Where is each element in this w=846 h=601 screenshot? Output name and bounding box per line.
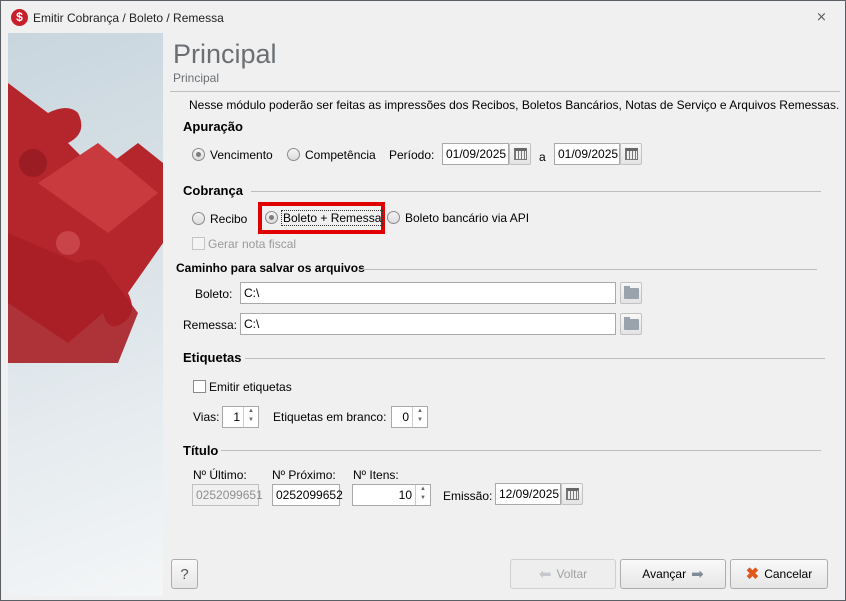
- gerar-nf-label[interactable]: Gerar nota fiscal: [208, 237, 296, 251]
- spin-arrows-icon[interactable]: ▲ ▼: [412, 407, 427, 427]
- periodo-label: Período:: [389, 148, 435, 162]
- recibo-label[interactable]: Recibo: [210, 212, 247, 226]
- calendar-icon: [565, 488, 579, 500]
- etiquetas-branco-label: Etiquetas em branco:: [273, 410, 387, 424]
- itens-stepper[interactable]: 10 ▲ ▼: [352, 484, 431, 506]
- boleto-path-label: Boleto:: [195, 287, 233, 301]
- periodo-end-calendar-button[interactable]: [620, 143, 642, 165]
- etiquetas-group-label: Etiquetas: [183, 350, 242, 365]
- folder-icon: [623, 285, 639, 299]
- vias-label: Vias:: [193, 410, 220, 424]
- titulo-group-label: Título: [183, 443, 219, 458]
- ultimo-label: Nº Último:: [193, 468, 247, 482]
- boleto-api-radio[interactable]: [387, 211, 400, 224]
- caminho-group-label: Caminho para salvar os arquivos: [176, 261, 365, 275]
- periodo-end-input[interactable]: 01/09/2025: [554, 143, 620, 165]
- boleto-api-label[interactable]: Boleto bancário via API: [405, 211, 529, 225]
- proximo-input[interactable]: 0252099652: [272, 484, 343, 506]
- header-divider: [170, 91, 840, 92]
- recibo-radio[interactable]: [192, 212, 205, 225]
- competencia-label[interactable]: Competência: [305, 148, 376, 162]
- vencimento-radio[interactable]: [192, 148, 205, 161]
- dollar-icon: $: [11, 9, 28, 26]
- remessa-browse-button[interactable]: [620, 313, 642, 335]
- avancar-button[interactable]: Avançar ➡: [620, 559, 726, 589]
- emitir-etiquetas-label[interactable]: Emitir etiquetas: [209, 380, 292, 394]
- boleto-remessa-radio[interactable]: [265, 211, 278, 224]
- remessa-path-label: Remessa:: [183, 318, 238, 332]
- vias-stepper[interactable]: 1 ▲ ▼: [222, 406, 259, 428]
- emissao-calendar-button[interactable]: [561, 483, 583, 505]
- window-title: Emitir Cobrança / Boleto / Remessa: [33, 11, 224, 25]
- vencimento-label[interactable]: Vencimento: [210, 148, 273, 162]
- spin-arrows-icon[interactable]: ▲ ▼: [243, 407, 258, 427]
- caminho-divider: [359, 269, 817, 270]
- calendar-icon: [513, 148, 527, 160]
- etiquetas-branco-value: 0: [402, 410, 409, 424]
- calendar-icon: [624, 148, 638, 160]
- arrow-left-icon: ⬅: [538, 566, 552, 583]
- page-title: Principal: [173, 39, 277, 69]
- spin-arrows-icon[interactable]: ▲ ▼: [415, 485, 430, 505]
- title-bar: $ Emitir Cobrança / Boleto / Remessa ⨯: [1, 1, 845, 33]
- dialog-window: $ Emitir Cobrança / Boleto / Remessa ⨯ P…: [0, 0, 846, 601]
- competencia-radio[interactable]: [287, 148, 300, 161]
- itens-value: 10: [398, 488, 412, 502]
- help-button[interactable]: ?: [171, 559, 198, 589]
- cobranca-divider: [251, 191, 821, 192]
- etiquetas-divider: [245, 358, 825, 359]
- avancar-label: Avançar: [642, 567, 687, 581]
- emissao-input[interactable]: 12/09/2025: [495, 483, 561, 505]
- gerar-nf-checkbox[interactable]: [192, 237, 205, 250]
- etiquetas-branco-stepper[interactable]: 0 ▲ ▼: [391, 406, 428, 428]
- cancelar-label: Cancelar: [764, 567, 813, 581]
- puzzle-banner-image: [8, 33, 163, 596]
- folder-icon: [623, 316, 639, 330]
- periodo-a-label: a: [539, 150, 546, 164]
- boleto-browse-button[interactable]: [620, 282, 642, 304]
- boleto-remessa-label[interactable]: Boleto + Remessa: [281, 210, 384, 226]
- remessa-path-input[interactable]: C:\: [240, 313, 616, 335]
- voltar-label: Voltar: [556, 567, 588, 581]
- arrow-right-icon: ➡: [691, 566, 704, 583]
- periodo-start-calendar-button[interactable]: [509, 143, 531, 165]
- cobranca-group-label: Cobrança: [183, 183, 243, 198]
- titulo-divider: [221, 450, 821, 451]
- description-text: Nesse módulo poderão ser feitas as impre…: [189, 98, 840, 112]
- periodo-start-input[interactable]: 01/09/2025: [442, 143, 509, 165]
- emissao-label: Emissão:: [443, 489, 493, 503]
- cancel-x-icon: ✖: [745, 566, 760, 583]
- ultimo-input: 0252099651: [192, 484, 263, 506]
- proximo-label: Nº Próximo:: [272, 468, 336, 482]
- voltar-button[interactable]: ⬅ Voltar: [510, 559, 616, 589]
- page-subtitle: Principal: [173, 71, 220, 85]
- cancelar-button[interactable]: ✖ Cancelar: [730, 559, 828, 589]
- close-icon[interactable]: ⨯: [816, 9, 827, 25]
- emitir-etiquetas-checkbox[interactable]: [193, 380, 206, 393]
- apuracao-group-label: Apuração: [183, 119, 243, 134]
- boleto-path-input[interactable]: C:\: [240, 282, 616, 304]
- vias-value: 1: [233, 410, 240, 424]
- itens-label: Nº Itens:: [353, 468, 399, 482]
